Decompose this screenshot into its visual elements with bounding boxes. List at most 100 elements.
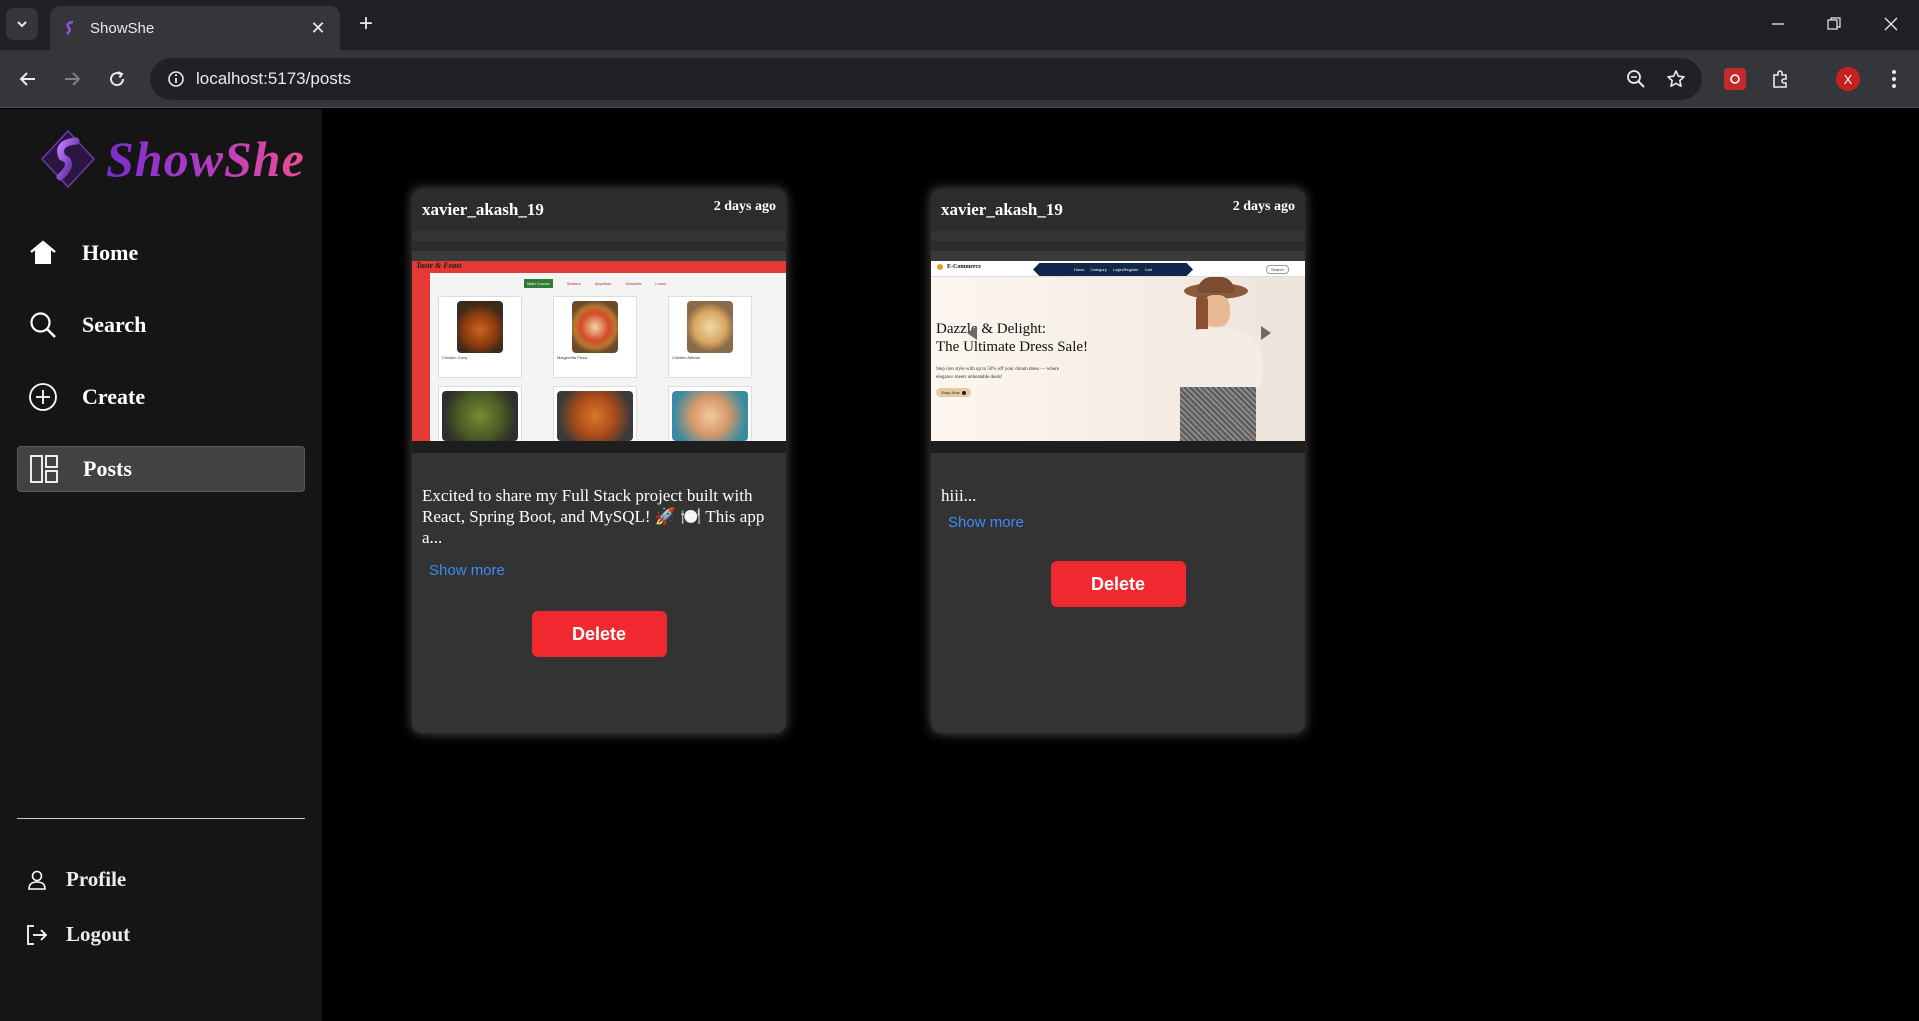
- close-icon[interactable]: ✕: [308, 18, 328, 39]
- minimize-icon: [1772, 23, 1784, 25]
- address-bar[interactable]: localhost:5173/posts: [150, 58, 1702, 100]
- cta-dot-icon: [962, 390, 967, 395]
- food-menu-item: Starters: [566, 281, 581, 286]
- user-icon: [28, 870, 46, 890]
- image-bottom-strip: [931, 441, 1305, 453]
- arrow-left-icon: [19, 72, 35, 86]
- tab-title: ShowShe: [90, 19, 155, 37]
- app-sidebar: ShowShe Home Search Create Posts Profile…: [0, 109, 322, 1021]
- forward-button[interactable]: [56, 63, 88, 95]
- hero-headline-1: Dazzle & Delight:: [936, 321, 1046, 337]
- post-card: xavier_akash_19 2 days ago Taste & Feast…: [412, 189, 786, 733]
- carousel-prev-icon: [967, 326, 977, 340]
- hero-model-image: [1136, 277, 1296, 441]
- sidebar-item-home[interactable]: Home: [17, 230, 305, 276]
- post-header: xavier_akash_19 2 days ago: [931, 189, 1305, 231]
- tab-search-button[interactable]: [6, 8, 38, 40]
- post-timestamp: 2 days ago: [1232, 199, 1295, 214]
- sidebar-item-create[interactable]: Create: [17, 374, 305, 420]
- plus-icon: +: [358, 10, 373, 37]
- arrow-right-icon: [65, 72, 81, 86]
- sidebar-item-label: Posts: [83, 456, 132, 481]
- search-icon: [27, 309, 59, 341]
- shop-search-label: Search: [1266, 265, 1289, 274]
- grid-layout-icon: [28, 453, 60, 485]
- post-timestamp: 2 days ago: [713, 199, 776, 214]
- image-bottom-strip: [412, 441, 786, 453]
- window-close-button[interactable]: [1871, 8, 1911, 40]
- bookmark-star-icon[interactable]: [1656, 58, 1696, 100]
- extension-button[interactable]: [1719, 63, 1751, 95]
- shop-nav-item: Cart: [1144, 267, 1153, 272]
- food-site-title: Taste & Feast: [416, 261, 462, 270]
- delete-button[interactable]: Delete: [1050, 561, 1186, 607]
- hero-cta-label: Shop Now: [941, 390, 960, 395]
- dish-name: Chicken Curry: [442, 355, 468, 360]
- sidebar-item-label: Logout: [66, 922, 131, 946]
- post-username[interactable]: xavier_akash_19: [941, 200, 1063, 220]
- browser-toolbar: localhost:5173/posts X: [0, 50, 1919, 108]
- sidebar-item-search[interactable]: Search: [17, 302, 305, 348]
- browser-menu-button[interactable]: [1878, 63, 1910, 95]
- sidebar-divider: [17, 818, 305, 819]
- app-logo[interactable]: ShowShe: [40, 129, 305, 189]
- shop-nav-item: Category: [1090, 267, 1107, 272]
- food-menu-item: Appetizer: [594, 281, 612, 286]
- chevron-down-icon: [17, 21, 27, 28]
- new-tab-button[interactable]: +: [352, 10, 380, 38]
- back-button[interactable]: [12, 63, 44, 95]
- extension-app-icon: [1724, 68, 1746, 90]
- sidebar-item-logout[interactable]: Logout: [25, 922, 130, 947]
- sidebar-item-label: Home: [82, 240, 139, 265]
- close-icon: [1884, 17, 1898, 31]
- reload-button[interactable]: [101, 63, 133, 95]
- hero-headline-2: The Ultimate Dress Sale!: [936, 339, 1089, 355]
- sidebar-item-label: Profile: [66, 867, 127, 891]
- post-card: xavier_akash_19 2 days ago E-Commerce Ho…: [931, 189, 1305, 733]
- browser-tab[interactable]: ShowShe ✕: [50, 6, 340, 50]
- sidebar-item-profile[interactable]: Profile: [25, 867, 126, 892]
- profile-button[interactable]: X: [1832, 63, 1864, 95]
- post-username[interactable]: xavier_akash_19: [422, 200, 544, 220]
- sidebar-item-label: Search: [82, 312, 147, 337]
- posts-page: xavier_akash_19 2 days ago Taste & Feast…: [322, 109, 1919, 1021]
- show-more-link[interactable]: Show more: [931, 506, 1305, 531]
- reload-icon: [110, 71, 125, 87]
- avatar: X: [1836, 67, 1860, 91]
- sidebar-item-posts[interactable]: Posts: [17, 446, 305, 492]
- showshe-logo-icon: [40, 129, 96, 189]
- food-menu-item: Main Course: [524, 279, 553, 288]
- home-icon: [27, 237, 59, 269]
- showshe-favicon-icon: [62, 20, 78, 36]
- dish-name: Margherita Pizza: [557, 355, 588, 360]
- show-more-link[interactable]: Show more: [412, 548, 786, 579]
- puzzle-icon: [1773, 70, 1787, 88]
- logo-text: ShowShe: [106, 131, 305, 187]
- sidebar-item-label: Create: [82, 384, 146, 409]
- hero-subtext: Step into style with up to 50% off your …: [936, 367, 1059, 380]
- extensions-menu-button[interactable]: [1765, 63, 1797, 95]
- post-caption: Excited to share my Full Stack project b…: [422, 486, 765, 547]
- cart-logo-icon: [937, 264, 943, 270]
- site-info-icon[interactable]: [156, 58, 196, 100]
- restore-icon: [1827, 17, 1841, 30]
- minimize-button[interactable]: [1758, 8, 1798, 40]
- dish-name: Chicken Alfredo: [672, 355, 701, 360]
- post-image-screenshot: E-Commerce Home Category Login/Register …: [931, 241, 1305, 441]
- plus-circle-icon: [27, 381, 59, 413]
- post-image-screenshot: Taste & Feast Main Course Starters Appet…: [412, 241, 786, 441]
- post-header: xavier_akash_19 2 days ago: [412, 189, 786, 231]
- zoom-icon[interactable]: [1616, 58, 1656, 100]
- shop-site-title: E-Commerce: [947, 264, 981, 270]
- delete-button[interactable]: Delete: [531, 611, 667, 657]
- shop-nav-item: Home: [1073, 267, 1085, 272]
- food-menu-item: Lunch: [655, 281, 667, 286]
- restore-button[interactable]: [1814, 8, 1854, 40]
- carousel-next-icon: [1261, 326, 1271, 340]
- browser-tab-bar: ShowShe ✕ +: [0, 0, 1919, 50]
- post-image[interactable]: Taste & Feast Main Course Starters Appet…: [412, 241, 786, 441]
- post-image[interactable]: E-Commerce Home Category Login/Register …: [931, 241, 1305, 441]
- more-vertical-icon: [1892, 70, 1896, 88]
- logout-icon: [27, 924, 48, 945]
- shop-nav-item: Login/Register: [1112, 267, 1139, 272]
